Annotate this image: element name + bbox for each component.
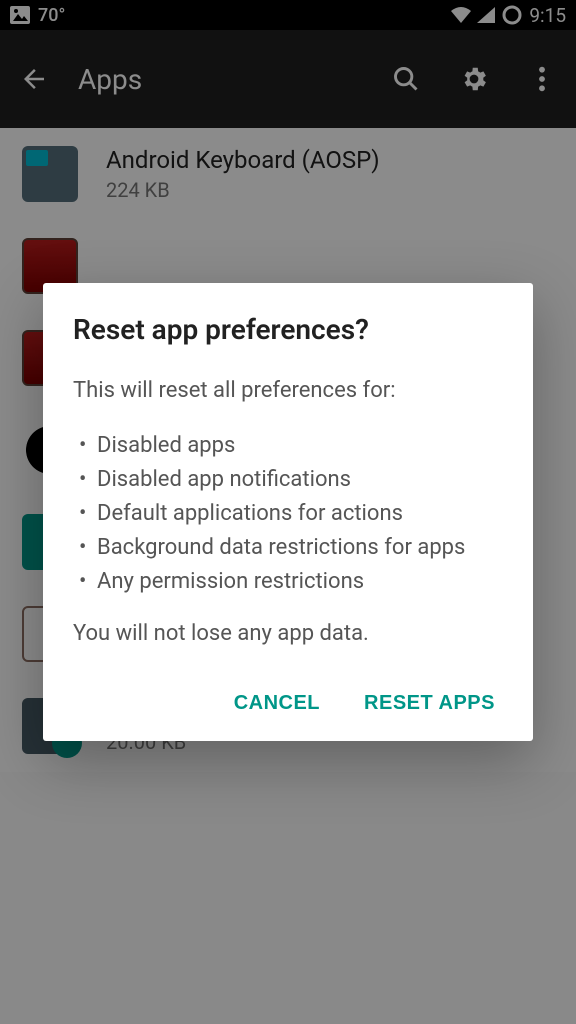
dialog-bullet: Disabled apps [79, 429, 503, 463]
reset-preferences-dialog: Reset app preferences? This will reset a… [43, 283, 533, 741]
dialog-bullet: Background data restrictions for apps [79, 531, 503, 565]
dialog-title: Reset app preferences? [73, 313, 503, 346]
dialog-actions: CANCEL RESET APPS [73, 682, 503, 725]
dialog-bullet: Disabled app notifications [79, 463, 503, 497]
cancel-button[interactable]: CANCEL [230, 682, 324, 725]
dialog-footer-text: You will not lose any app data. [73, 621, 503, 646]
dialog-intro: This will reset all preferences for: [73, 374, 503, 407]
dialog-scrim[interactable]: Reset app preferences? This will reset a… [0, 0, 576, 1024]
dialog-bullet-list: Disabled apps Disabled app notifications… [79, 429, 503, 599]
dialog-bullet: Any permission restrictions [79, 565, 503, 599]
reset-apps-button[interactable]: RESET APPS [360, 682, 499, 725]
dialog-bullet: Default applications for actions [79, 497, 503, 531]
